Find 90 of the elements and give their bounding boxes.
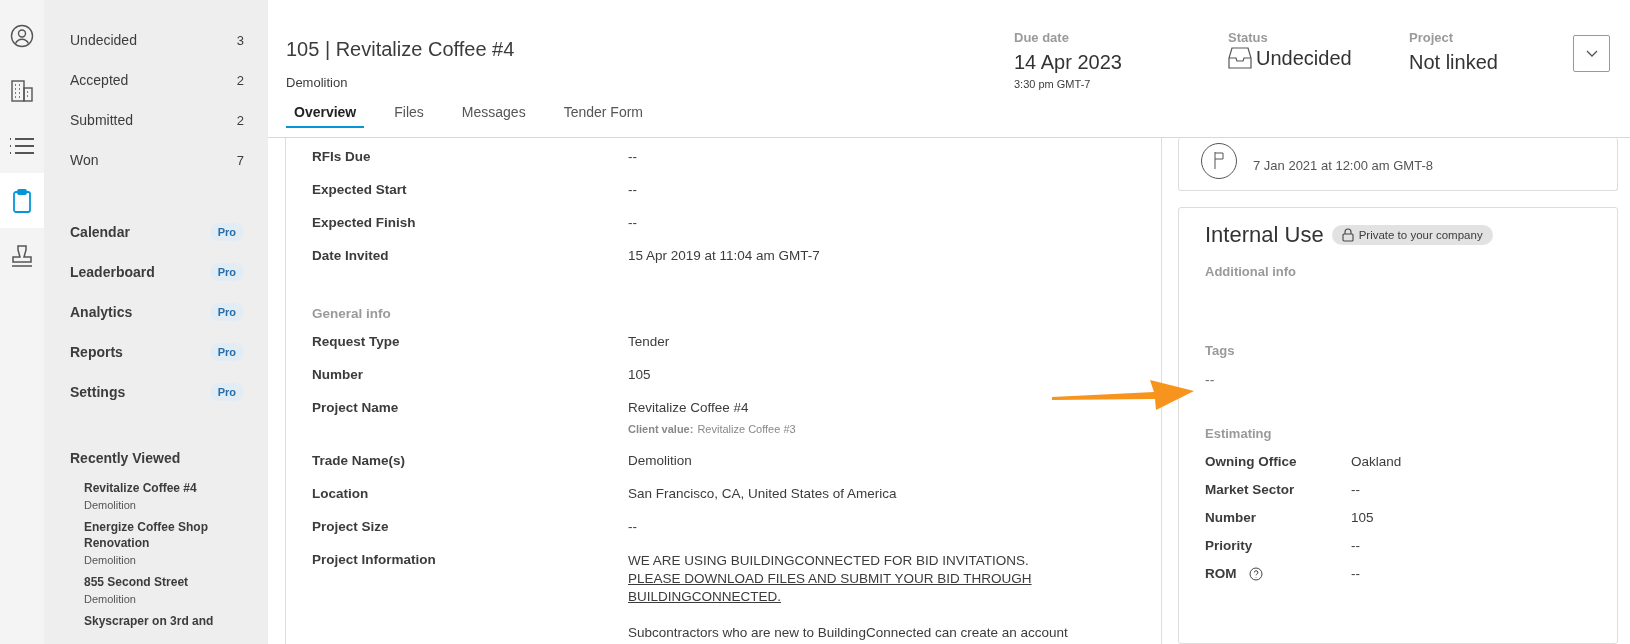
pro-badge: Pro <box>209 383 244 401</box>
sidebar-item[interactable]: Undecided 3 <box>70 20 244 60</box>
client-value-label: Client value: <box>628 423 694 435</box>
flag-icon <box>1201 143 1237 179</box>
section-heading: Tags <box>1205 343 1236 358</box>
field-value: San Francisco, CA, United States of America <box>628 486 898 501</box>
sidebar-link[interactable]: Calendar <box>70 224 130 240</box>
building-icon <box>10 78 34 103</box>
field-label: Expected Finish <box>312 215 417 230</box>
pro-badge: Pro <box>209 303 244 321</box>
sidebar-link[interactable]: Leaderboard <box>70 264 155 280</box>
field-label: Market Sector <box>1205 482 1295 497</box>
tab[interactable]: Overview <box>286 104 365 128</box>
activity-time: 7 Jan 2021 at 12:00 am GMT-8 <box>1253 157 1433 173</box>
field-label: Location <box>312 486 370 501</box>
pro-badge: Pro <box>209 263 244 281</box>
help-icon[interactable] <box>1248 566 1263 581</box>
client-value: Revitalize Coffee #3 <box>697 423 796 435</box>
project-info-text: WE ARE USING BUILDINGCONNECTED FOR BID INVITATIONS. PLEASE DOWNLOAD FILES AND SUBMIT YOUR BID THROUGH BUILDINGCONNECTED. <box>628 552 1101 606</box>
recent-project-link[interactable]: Revitalize Coffee #4 <box>84 480 244 496</box>
field-value: 15 Apr 2019 at 11:04 am GMT-7 <box>628 248 821 263</box>
field-label: Project Information <box>312 552 437 569</box>
card-title: Internal Use <box>1205 222 1324 248</box>
field-value: -- <box>628 519 638 534</box>
sidebar-item[interactable]: Won 7 <box>70 140 244 180</box>
recent-project-link[interactable]: Skyscraper on 3rd and <box>84 613 244 629</box>
sidebar-item[interactable]: Accepted 2 <box>70 60 244 100</box>
field-value: Demolition <box>628 453 693 468</box>
section-heading: General info <box>312 305 392 323</box>
section-heading: Recently Viewed <box>70 450 182 466</box>
sidebar-link[interactable]: Settings <box>70 384 126 400</box>
section-heading: Estimating <box>1205 426 1273 441</box>
field-label: Request Type <box>312 334 401 349</box>
field-label: Owning Office <box>1205 454 1297 469</box>
recent-project-link[interactable]: 855 Second Street <box>84 574 244 590</box>
person-icon <box>10 23 34 48</box>
trade-label: Demolition <box>84 499 137 511</box>
recent-project-link[interactable]: Energize Coffee Shop Renovation <box>84 519 244 551</box>
tab[interactable]: Messages <box>453 104 534 128</box>
project-title: 105 | Revitalize Coffee #4 <box>286 38 516 61</box>
field-value: 105 <box>628 367 652 382</box>
sidebar-item[interactable]: Submitted 2 <box>70 100 244 140</box>
field-value: -- <box>1351 538 1360 553</box>
instructions-link[interactable]: PLEASE DOWNLOAD FILES AND SUBMIT YOUR BID THROUGH BUILDINGCONNECTED. <box>628 570 1101 606</box>
due-time: 3:30 pm GMT-7 <box>1014 78 1092 90</box>
field-value: -- <box>628 182 638 197</box>
trade-label: Demolition <box>84 593 137 605</box>
dropdown-button[interactable] <box>1573 35 1610 72</box>
badge-text: Private to your company <box>1358 229 1483 241</box>
stamp-icon <box>9 242 35 269</box>
tab[interactable]: Tender Form <box>555 104 651 128</box>
field-value: -- <box>1351 482 1360 497</box>
field-value: -- <box>1351 566 1360 581</box>
project-info-text: Subcontractors who are new to BuildingConnected can create an account <box>628 624 1069 642</box>
field-label: Project Name <box>312 400 400 417</box>
field-value: Tender <box>628 334 671 349</box>
section-heading: Additional info <box>1205 264 1297 279</box>
field-value: -- <box>628 215 638 230</box>
tags-value: -- <box>1205 372 1216 388</box>
sidebar-link[interactable]: Analytics <box>70 304 133 320</box>
field-value: Revitalize Coffee #4 <box>628 400 750 415</box>
pro-badge: Pro <box>209 343 244 361</box>
field-label: Trade Name(s) <box>312 453 407 468</box>
field-label: Number <box>1205 510 1256 525</box>
trade-label: Demolition <box>84 554 137 566</box>
field-label: Project Size <box>312 519 390 534</box>
status-label: Status <box>1228 30 1269 45</box>
status-value: Undecided <box>1256 47 1352 70</box>
field-label: ROM <box>1205 566 1237 581</box>
clipboard-icon <box>12 187 32 214</box>
lock-icon <box>1341 228 1354 242</box>
trade-subtitle: Demolition <box>286 75 349 90</box>
field-label: Priority <box>1205 538 1253 553</box>
sidebar-link[interactable]: Reports <box>70 344 123 360</box>
project-label: Project <box>1409 30 1455 45</box>
due-date-value: 14 Apr 2023 <box>1014 51 1123 74</box>
project-value: Not linked <box>1409 51 1499 74</box>
field-value: -- <box>628 149 638 164</box>
field-value: 105 <box>1351 510 1374 525</box>
field-label: Expected Start <box>312 182 408 197</box>
chevron-down-icon <box>1585 49 1598 58</box>
tab[interactable]: Files <box>386 104 432 128</box>
field-label: Date Invited <box>312 248 390 263</box>
field-value: Oakland <box>1351 454 1402 469</box>
field-label: Number <box>312 367 364 382</box>
list-icon <box>9 135 35 156</box>
pro-badge: Pro <box>209 223 244 241</box>
inbox-icon <box>1228 46 1252 69</box>
field-label: RFIs Due <box>312 149 372 164</box>
due-date-label: Due date <box>1014 30 1070 45</box>
